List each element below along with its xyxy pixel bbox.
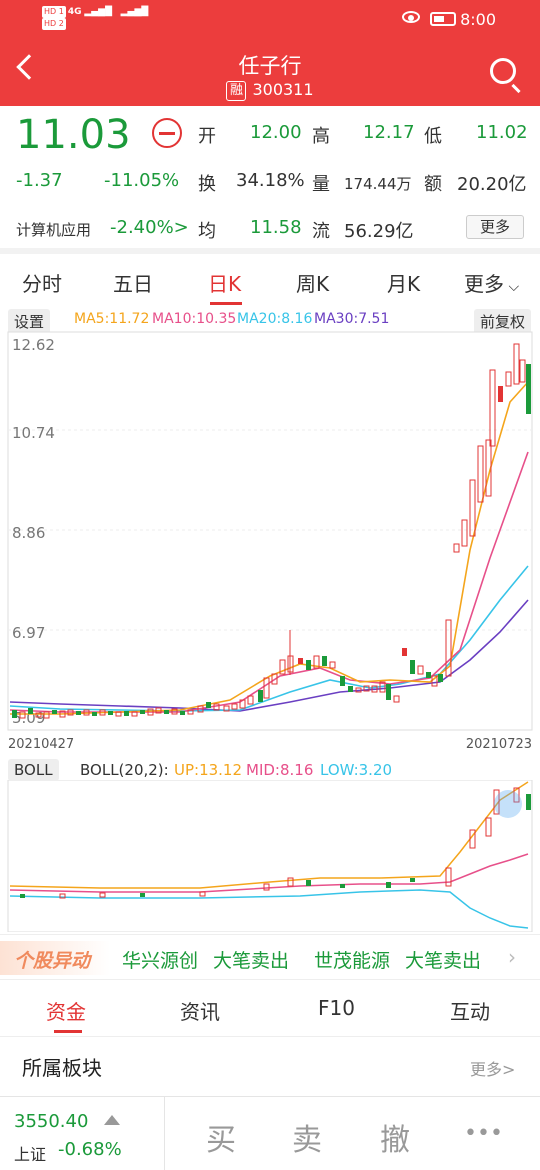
stock-code: 300311	[252, 80, 314, 99]
search-icon[interactable]	[490, 58, 516, 84]
tab-monthly-k[interactable]: 月K	[387, 268, 420, 297]
cancel-order-button[interactable]: 撤	[380, 1115, 410, 1159]
amount-label: 额	[424, 174, 442, 195]
float-value: 56.29亿	[344, 221, 414, 242]
subtab-news[interactable]: 资讯	[180, 996, 220, 1025]
date-end: 20210723	[466, 737, 532, 750]
triangle-up-icon	[104, 1115, 120, 1125]
boll-mid: MID:8.16	[246, 761, 314, 779]
touch-indicator	[494, 790, 522, 818]
buy-button[interactable]: 买	[206, 1115, 236, 1159]
subtab-funds[interactable]: 资金	[46, 996, 86, 1025]
y-tick-6-97: 6.97	[12, 624, 45, 642]
chevron-down-icon: ⌵	[504, 279, 520, 295]
boll-chart[interactable]	[0, 780, 540, 932]
subtab-interact[interactable]: 互动	[450, 996, 490, 1025]
change-value: -1.37	[16, 170, 63, 191]
low-label: 低	[424, 126, 442, 147]
sector-change[interactable]: -2.40%>	[110, 217, 189, 238]
anomaly-ticker[interactable]: 个股异动 华兴源创 大笔卖出 世茂能源 大笔卖出 ›	[0, 934, 540, 980]
avg-value: 11.58	[250, 217, 302, 238]
boll-param: BOLL(20,2):	[80, 761, 169, 779]
float-label: 流	[312, 221, 330, 242]
open-label: 开	[198, 126, 216, 147]
volume-label: 量	[312, 174, 330, 195]
status-time: 8:00	[460, 10, 496, 29]
high-value: 12.17	[363, 122, 415, 143]
subtab-f10[interactable]: F10	[318, 996, 355, 1020]
sector-more-link[interactable]: 更多>	[470, 1056, 515, 1080]
divider	[0, 1036, 540, 1037]
turnover-label: 换	[198, 174, 216, 195]
stock-code-row: 融 300311	[0, 80, 540, 101]
tab-more[interactable]: 更多 ⌵	[464, 268, 519, 297]
volume-value: 174.44万	[344, 175, 412, 193]
ticker-stock-2[interactable]: 世茂能源	[314, 946, 390, 973]
index-name: 上证	[14, 1145, 47, 1164]
high-label: 高	[312, 126, 330, 147]
avg-label: 均	[198, 221, 216, 242]
tab-intraday[interactable]: 分时	[22, 268, 62, 297]
chevron-right-icon[interactable]: ›	[508, 945, 516, 969]
y-tick-8-86: 8.86	[12, 524, 45, 542]
divider	[0, 248, 540, 254]
bottom-bar: 3550.40 上证 -0.68% 买 卖 撤 •••	[0, 1096, 540, 1170]
ticker-label: 个股异动	[14, 950, 91, 972]
boll-up: UP:13.12	[174, 761, 243, 779]
index-value[interactable]: 3550.40	[14, 1111, 88, 1132]
tab-weekly-k[interactable]: 周K	[296, 268, 329, 297]
sell-button[interactable]: 卖	[292, 1115, 322, 1159]
battery-icon	[430, 12, 456, 26]
tab-five-day[interactable]: 五日	[113, 268, 153, 297]
boll-indicator-button[interactable]: BOLL	[8, 759, 59, 781]
ma20-label: MA20:8.16	[237, 311, 313, 327]
margin-badge: 融	[226, 81, 247, 101]
ticker-event-2[interactable]: 大笔卖出	[405, 946, 481, 973]
ma30-label: MA30:7.51	[314, 311, 390, 327]
header-bar: HD 1 4G ▂▄▆█ ▂▄▆█ HD 2 8:00 任子行 融 300311	[0, 0, 540, 106]
more-quote-button[interactable]: 更多	[466, 215, 524, 239]
tab-daily-k[interactable]: 日K	[208, 268, 241, 297]
y-tick-10-74: 10.74	[12, 424, 55, 442]
turnover-value: 34.18%	[236, 170, 305, 191]
more-actions-icon[interactable]: •••	[464, 1121, 503, 1146]
kline-chart[interactable]: 12.62 10.74 8.86 6.97 5.09 20210427 2021…	[0, 330, 540, 750]
ticker-event-1[interactable]: 大笔卖出	[213, 946, 289, 973]
remove-watchlist-icon[interactable]	[152, 118, 182, 148]
open-value: 12.00	[250, 122, 302, 143]
date-start: 20210427	[8, 737, 74, 750]
ticker-stock-1[interactable]: 华兴源创	[122, 946, 198, 973]
amount-value: 20.20亿	[457, 174, 527, 195]
eye-icon	[402, 11, 420, 23]
active-tab-indicator	[210, 302, 242, 305]
sector-name[interactable]: 计算机应用	[16, 219, 91, 240]
ma10-label: MA10:10.35	[152, 311, 237, 327]
sector-section-title: 所属板块	[22, 1056, 102, 1080]
stock-name: 任子行	[238, 54, 302, 78]
boll-low: LOW:3.20	[320, 761, 393, 779]
index-change: -0.68%	[58, 1139, 122, 1160]
status-signal: HD 1 4G ▂▄▆█ ▂▄▆█ HD 2	[42, 6, 149, 30]
y-tick-12-62: 12.62	[12, 336, 55, 354]
ma5-label: MA5:11.72	[74, 311, 150, 327]
current-price: 11.03	[16, 112, 131, 158]
change-percent: -11.05%	[104, 170, 180, 191]
low-value: 11.02	[476, 122, 528, 143]
subtab-indicator	[54, 1030, 82, 1033]
